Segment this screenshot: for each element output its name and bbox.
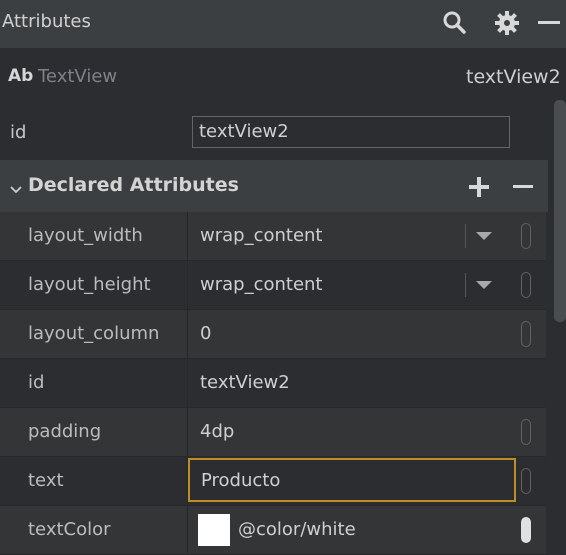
attributes-table: layout_width wrap_content layout_height …	[0, 212, 546, 555]
section-title: Declared Attributes	[28, 174, 239, 196]
component-id: textView2	[466, 66, 561, 88]
search-icon[interactable]	[438, 6, 472, 40]
attribute-name: text	[28, 470, 64, 491]
resource-picker-button[interactable]	[521, 419, 531, 445]
attribute-row-layout-width: layout_width wrap_content	[0, 212, 546, 261]
dropdown-button[interactable]	[465, 224, 501, 248]
attribute-row-padding: padding 4dp	[0, 408, 546, 457]
attribute-value[interactable]: wrap_content	[200, 225, 323, 246]
component-class-name: TextView	[38, 66, 118, 87]
attribute-row-id: id textView2	[0, 359, 546, 408]
resource-picker-button[interactable]	[521, 321, 531, 347]
gear-icon[interactable]	[492, 6, 526, 40]
remove-attribute-button[interactable]	[512, 176, 534, 202]
resource-picker-button[interactable]	[521, 517, 531, 543]
attribute-row-layout-column: layout_column 0	[0, 310, 546, 359]
chevron-down-icon[interactable]	[9, 180, 23, 199]
resource-picker-button[interactable]	[521, 223, 531, 249]
attribute-row-text-color: textColor @color/white	[0, 506, 546, 555]
attribute-value[interactable]: wrap_content	[200, 274, 323, 295]
attribute-value: Producto	[201, 470, 281, 491]
attribute-value[interactable]: @color/white	[238, 519, 356, 540]
resource-picker-button[interactable]	[521, 468, 531, 494]
attribute-row-layout-height: layout_height wrap_content	[0, 261, 546, 310]
id-field-label: id	[10, 122, 27, 143]
color-swatch[interactable]	[198, 514, 230, 546]
declared-attributes-header[interactable]: Declared Attributes	[0, 160, 548, 212]
scrollbar[interactable]	[554, 100, 566, 322]
component-info-row: Ab TextView textView2	[0, 48, 566, 106]
panel-title-bar: Attributes	[0, 0, 566, 48]
minimize-icon[interactable]	[532, 6, 566, 40]
component-type-badge: Ab	[8, 66, 34, 86]
chevron-down-icon	[476, 281, 492, 289]
add-attribute-button[interactable]	[468, 176, 490, 202]
attribute-name: layout_height	[28, 274, 151, 295]
attribute-value[interactable]: textView2	[200, 372, 290, 393]
dropdown-button[interactable]	[465, 273, 501, 297]
attribute-name: id	[28, 372, 45, 393]
attribute-name: layout_column	[28, 323, 160, 344]
attribute-name: textColor	[28, 519, 111, 540]
text-value-input[interactable]: Producto	[188, 458, 516, 502]
attribute-row-text: text Producto	[0, 457, 546, 506]
attribute-name: padding	[28, 421, 102, 442]
attribute-value[interactable]: 0	[200, 323, 211, 344]
id-field-row: id textView2	[0, 106, 548, 160]
chevron-down-icon	[476, 232, 492, 240]
resource-picker-button[interactable]	[521, 272, 531, 298]
id-input[interactable]: textView2	[192, 116, 510, 148]
attribute-value[interactable]: 4dp	[200, 421, 234, 442]
attribute-name: layout_width	[28, 225, 143, 246]
panel-title: Attributes	[2, 11, 91, 32]
